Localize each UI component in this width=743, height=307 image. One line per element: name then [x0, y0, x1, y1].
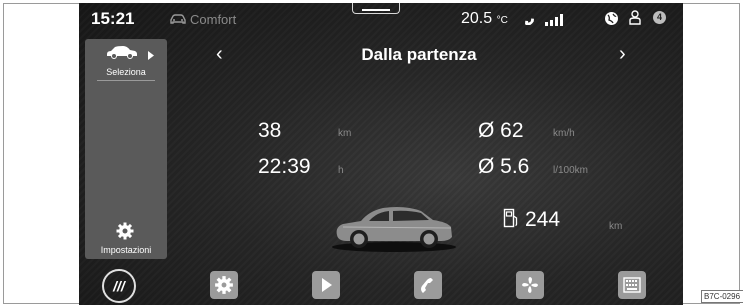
- drive-mode: Comfort: [190, 12, 237, 27]
- play-icon: [322, 278, 332, 292]
- main-menu-button[interactable]: ///: [102, 269, 136, 303]
- next-page-arrow[interactable]: ›: [619, 43, 626, 66]
- avg-speed-value: Ø 62: [478, 119, 524, 142]
- settings-label[interactable]: Impostazioni: [85, 245, 167, 255]
- range-unit: km: [609, 221, 623, 232]
- figure-code: B7C-0296: [701, 290, 743, 303]
- previous-page-arrow[interactable]: ‹: [216, 43, 223, 66]
- climate-app-button[interactable]: [516, 271, 544, 299]
- play-small-icon: [147, 47, 155, 65]
- settings-gear-icon[interactable]: [116, 222, 134, 245]
- distance-unit: km: [338, 128, 352, 139]
- time-value: 22:39: [258, 155, 311, 178]
- signal-strength-icon: [544, 13, 566, 31]
- select-label[interactable]: Seleziona: [85, 67, 167, 77]
- notification-badge[interactable]: 4: [653, 11, 666, 24]
- temperature: 20.5 °C: [461, 10, 508, 27]
- globe-icon: [604, 11, 619, 31]
- apps-app-button[interactable]: [618, 271, 646, 299]
- range-value: 244: [525, 208, 561, 231]
- keyboard-icon: [623, 277, 641, 293]
- clock: 15:21: [91, 9, 135, 28]
- page-title: Dalla partenza: [361, 45, 477, 64]
- car-icon[interactable]: [105, 45, 139, 64]
- bottom-app-bar: ///: [79, 265, 683, 305]
- user-profile-icon: [627, 10, 643, 31]
- gear-icon: [215, 276, 233, 294]
- distance-value: 38: [258, 119, 282, 142]
- fan-icon: [522, 277, 538, 293]
- phone-icon: [421, 278, 433, 293]
- avg-speed-unit: km/h: [553, 128, 575, 139]
- fuel-pump-icon: [503, 208, 519, 233]
- car-icon: [169, 12, 187, 30]
- infotainment-screen: 15:21 Comfort 20.5 °C 4 Seleziona Impost…: [79, 3, 683, 305]
- avg-consumption-value: Ø 5.6: [478, 155, 530, 178]
- sidebar: Seleziona Impostazioni: [85, 39, 167, 259]
- phone-app-button[interactable]: [414, 271, 442, 299]
- media-app-button[interactable]: [312, 271, 340, 299]
- settings-app-button[interactable]: [210, 271, 238, 299]
- phone-status-icon: [521, 11, 537, 30]
- time-unit: h: [338, 165, 344, 176]
- avg-consumption-unit: l/100km: [553, 165, 589, 176]
- status-bar: 15:21 Comfort 20.5 °C 4: [79, 3, 683, 33]
- pull-down-handle[interactable]: [352, 3, 400, 14]
- vehicle-image: [329, 199, 459, 259]
- divider: [97, 80, 155, 81]
